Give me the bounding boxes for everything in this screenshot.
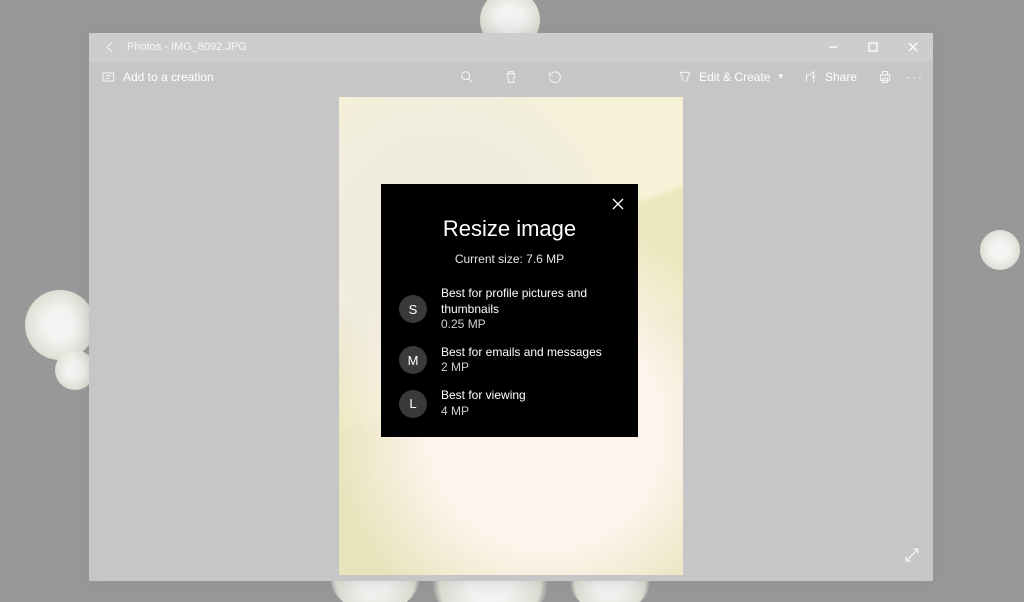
- window-title: Photos - IMG_8092.JPG: [127, 41, 247, 53]
- print-icon[interactable]: [877, 69, 893, 85]
- desktop-flower-deco: [980, 230, 1020, 270]
- close-window-button[interactable]: [893, 33, 933, 61]
- resize-image-dialog: Resize image Current size: 7.6 MP S Best…: [381, 184, 638, 437]
- share-button[interactable]: Share: [797, 65, 863, 89]
- resize-option-small[interactable]: S Best for profile pictures and thumbnai…: [381, 280, 638, 339]
- current-size: Current size: 7.6 MP: [381, 252, 638, 266]
- option-desc: Best for viewing: [441, 388, 526, 404]
- share-label: Share: [825, 70, 857, 84]
- delete-icon[interactable]: [503, 69, 519, 85]
- add-to-creation-label: Add to a creation: [123, 70, 214, 84]
- add-to-creation-button[interactable]: Add to a creation: [95, 65, 220, 89]
- back-button[interactable]: [93, 33, 127, 61]
- desktop-flower-deco: [25, 290, 95, 360]
- size-badge: L: [399, 390, 427, 418]
- close-icon[interactable]: [606, 192, 630, 216]
- share-icon: [803, 69, 819, 85]
- minimize-button[interactable]: [813, 33, 853, 61]
- edit-create-label: Edit & Create: [699, 70, 770, 84]
- maximize-button[interactable]: [853, 33, 893, 61]
- fullscreen-icon[interactable]: [903, 546, 921, 569]
- size-badge: M: [399, 346, 427, 374]
- window-controls: [813, 33, 933, 61]
- toolbar: Add to a creation Edit & Create ▾: [89, 61, 933, 91]
- titlebar: Photos - IMG_8092.JPG: [89, 33, 933, 61]
- edit-icon: [677, 69, 693, 85]
- more-icon[interactable]: ···: [907, 69, 923, 85]
- toolbar-center: [459, 69, 563, 85]
- resize-option-medium[interactable]: M Best for emails and messages 2 MP: [381, 339, 638, 382]
- option-size: 2 MP: [441, 360, 602, 376]
- option-desc: Best for profile pictures and thumbnails: [441, 286, 620, 317]
- dialog-title: Resize image: [381, 216, 638, 242]
- chevron-down-icon: ▾: [778, 71, 783, 82]
- edit-create-button[interactable]: Edit & Create ▾: [671, 65, 789, 89]
- option-size: 4 MP: [441, 404, 526, 420]
- size-badge: S: [399, 295, 427, 323]
- rotate-icon[interactable]: [547, 69, 563, 85]
- option-desc: Best for emails and messages: [441, 345, 602, 361]
- option-size: 0.25 MP: [441, 317, 620, 333]
- add-collection-icon: [101, 69, 117, 85]
- zoom-icon[interactable]: [459, 69, 475, 85]
- resize-option-large[interactable]: L Best for viewing 4 MP: [381, 382, 638, 425]
